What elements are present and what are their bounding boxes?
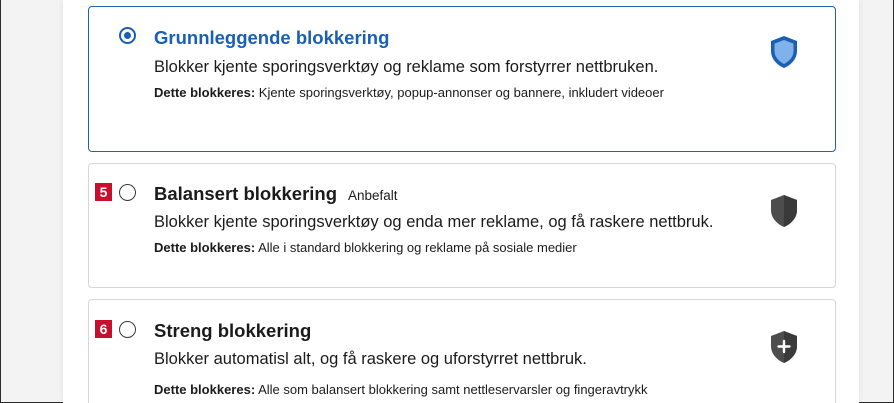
step-badge: 6 <box>95 320 112 338</box>
option-title: Balansert blokkering <box>154 183 338 204</box>
option-title: Streng blokkering <box>154 320 312 341</box>
option-description: Blokker automatisl alt, og få raskere og… <box>154 350 587 368</box>
radio-strict[interactable] <box>119 321 136 338</box>
option-description: Blokker kjente sporingsverktøy og enda m… <box>154 213 714 231</box>
shield-plus-icon <box>771 331 797 363</box>
shield-icon <box>771 36 797 68</box>
shield-icon <box>771 195 797 227</box>
blocked-text: Alle i standard blokkering og reklame på… <box>258 240 577 255</box>
step-badge: 5 <box>95 183 112 201</box>
blocked-text: Alle som balansert blokkering samt nettl… <box>258 382 648 397</box>
option-card-basic[interactable]: Grunnleggende blokkering Blokker kjente … <box>88 6 836 152</box>
option-card-strict[interactable]: 6 Streng blokkering Blokker automatisl a… <box>88 299 836 403</box>
option-card-balanced[interactable]: 5 Balansert blokkering Anbefalt Blokker … <box>88 163 836 288</box>
blocked-label: Dette blokkeres: <box>154 382 256 397</box>
option-blocked-info: Dette blokkeres: Kjente sporingsverktøy,… <box>154 83 714 102</box>
radio-basic[interactable] <box>119 27 136 44</box>
option-blocked-info: Dette blokkeres: Alle i standard blokker… <box>154 238 714 257</box>
option-title-row: Balansert blokkering Anbefalt <box>154 183 398 205</box>
blocked-label: Dette blokkeres: <box>154 240 256 255</box>
option-description: Blokker kjente sporingsverktøy og reklam… <box>154 58 659 76</box>
radio-balanced[interactable] <box>119 184 136 201</box>
blocked-text: Kjente sporingsverktøy, popup-annonser o… <box>258 85 664 100</box>
blocked-label: Dette blokkeres: <box>154 85 256 100</box>
option-blocked-info: Dette blokkeres: Alle som balansert blok… <box>154 380 714 399</box>
option-title: Grunnleggende blokkering <box>154 27 390 48</box>
option-title-row: Grunnleggende blokkering <box>154 27 389 49</box>
option-title-row: Streng blokkering <box>154 320 311 342</box>
recommended-tag: Anbefalt <box>348 188 398 203</box>
